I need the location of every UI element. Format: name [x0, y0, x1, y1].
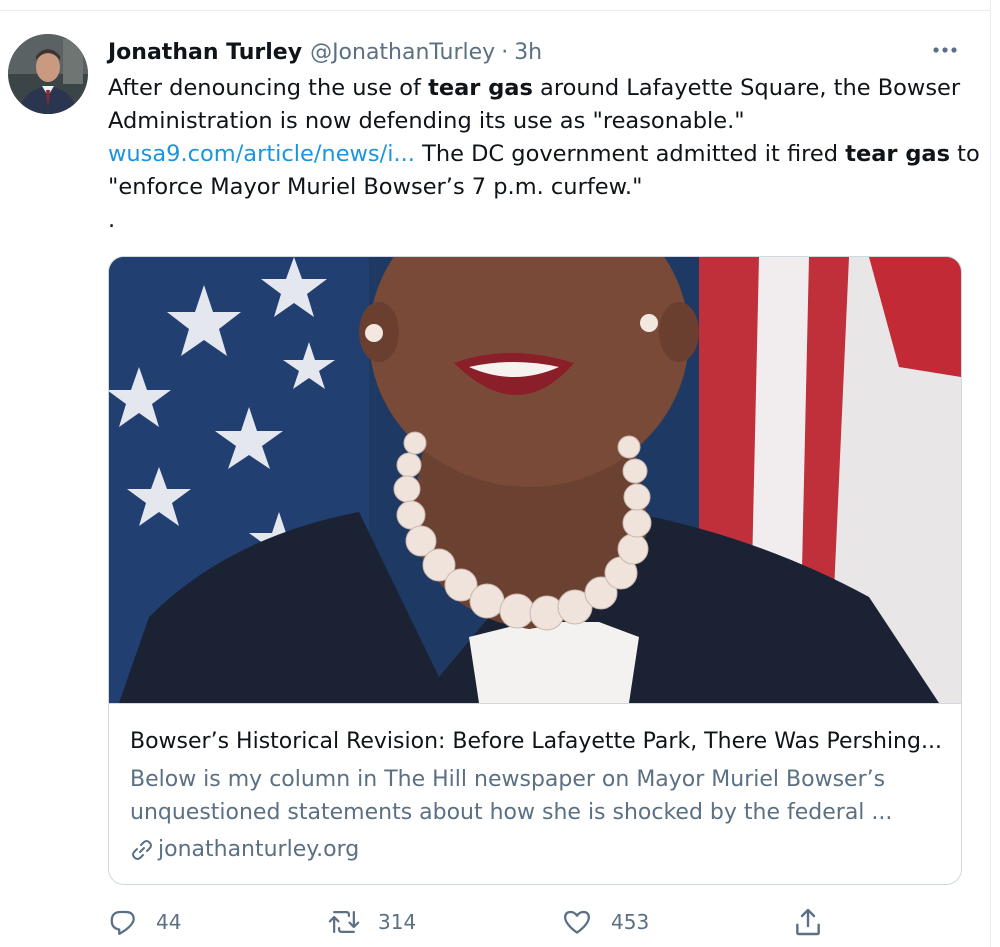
tweet-text-line: . — [108, 207, 116, 233]
link-icon — [132, 839, 152, 860]
article-link[interactable]: wusa9.com/article/news/i... — [108, 141, 415, 167]
card-title[interactable]: Bowser’s Historical Revision: Before Laf… — [130, 729, 950, 754]
author-handle[interactable]: @JonathanTurley — [310, 40, 495, 65]
retweet-button[interactable]: 314 — [328, 900, 416, 944]
tweet-text-segment: The DC government admitted it fired — [414, 141, 846, 167]
card-domain[interactable]: jonathanturley.org — [130, 837, 359, 862]
tweet-text-segment: After denouncing the use of — [108, 75, 429, 101]
reply-count: 44 — [156, 910, 182, 934]
heart-icon — [564, 910, 590, 934]
tweet-text-bold: tear gas — [428, 75, 533, 101]
card-description-line: unquestioned statements about how she is… — [130, 800, 893, 825]
tweet-text-line: Administration is now defending its use … — [108, 108, 745, 134]
tweet-text-line: "enforce Mayor Muriel Bowser’s 7 p.m. cu… — [108, 174, 643, 200]
reply-button[interactable]: 44 — [108, 900, 181, 944]
like-count: 453 — [611, 910, 650, 934]
retweet-count: 314 — [378, 910, 417, 934]
avatar[interactable] — [8, 34, 88, 114]
tweet-text-segment: around Lafayette Square, the Bowser — [532, 75, 961, 101]
more-icon[interactable] — [928, 36, 962, 64]
card-description-line: Below is my column in The Hill newspaper… — [130, 767, 886, 792]
top-divider — [0, 10, 991, 11]
tweet-text-segment: to — [950, 141, 980, 167]
right-divider — [990, 0, 991, 947]
card-description: Below is my column in The Hill newspaper… — [130, 763, 950, 829]
retweet-icon — [328, 911, 360, 933]
share-button[interactable] — [792, 900, 824, 944]
card-domain-label: jonathanturley.org — [158, 837, 360, 862]
like-button[interactable]: 453 — [561, 900, 649, 944]
separator-dot: · — [501, 39, 509, 65]
share-icon — [796, 908, 820, 936]
tweet-timestamp[interactable]: 3h — [514, 40, 542, 65]
card-image[interactable] — [109, 257, 961, 704]
tweet-header: Jonathan Turley @JonathanTurley · 3h — [108, 36, 542, 68]
tweet-text: After denouncing the use of tear gas aro… — [108, 72, 980, 237]
reply-icon — [110, 910, 135, 935]
link-card[interactable]: Bowser’s Historical Revision: Before Laf… — [108, 256, 962, 885]
tweet-actions: 44 314 453 — [108, 900, 968, 944]
tweet-text-bold: tear gas — [845, 141, 951, 167]
author-name[interactable]: Jonathan Turley — [108, 40, 302, 65]
